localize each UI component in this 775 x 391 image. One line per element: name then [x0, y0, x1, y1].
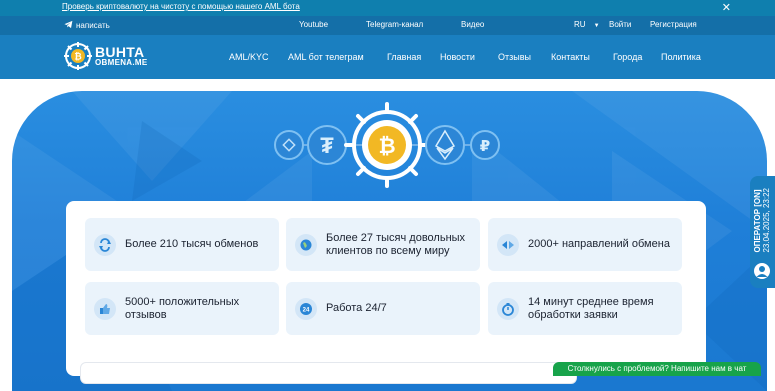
video-link[interactable]: Видео: [461, 20, 484, 29]
logo[interactable]: ₿ BUHTA OBMENA.ME: [64, 42, 147, 70]
nav-aml-bot[interactable]: AML бот телеграм: [288, 52, 364, 62]
aml-check-link[interactable]: Проверь криптовалюту на чистоту с помощь…: [62, 2, 300, 11]
feature-card: 14 минут среднее время обработки заявки: [488, 282, 682, 335]
feature-card: 5000+ положительных отзывов: [85, 282, 279, 335]
logo-title: BUHTA: [95, 44, 145, 60]
logo-subtitle: OBMENA.ME: [95, 58, 148, 67]
thumbs-up-icon: [94, 297, 116, 320]
directions-icon: [497, 233, 519, 256]
top-utility-bar: написать Youtube Telegram-канал Видео RU…: [0, 16, 775, 35]
ethereum-coin-icon: [425, 125, 465, 165]
svg-text:24: 24: [303, 307, 310, 313]
main-navbar: ₿ BUHTA OBMENA.ME AML/KYC AML бот телегр…: [0, 35, 775, 79]
chat-button[interactable]: Столкнулись с проблемой? Напишите нам в …: [553, 362, 761, 376]
clock-24-icon: 24: [295, 297, 317, 320]
nav-aml-kyc[interactable]: AML/KYC: [229, 52, 269, 62]
feature-text: 5000+ положительных отзывов: [125, 295, 240, 321]
write-link[interactable]: написать: [64, 20, 110, 30]
feature-card: 24 Работа 24/7: [286, 282, 480, 335]
nav-contacts[interactable]: Контакты: [551, 52, 590, 62]
svg-text:₽: ₽: [480, 137, 490, 155]
content-panel: [80, 362, 577, 384]
register-link[interactable]: Регистрация: [650, 20, 697, 29]
feature-text: Более 210 тысяч обменов: [125, 238, 259, 250]
nav-cities[interactable]: Города: [613, 52, 642, 62]
feature-text: Более 27 тысяч довольных клиентов по все…: [326, 231, 466, 257]
logo-wheel-icon: ₿: [64, 42, 92, 70]
feature-text: Работа 24/7: [326, 302, 387, 314]
feature-text: 14 минут среднее время обработки заявки: [528, 295, 654, 321]
operator-status-tab[interactable]: ОПЕРАТОР [ON] 23.04.2025, 23:22: [750, 176, 775, 288]
feature-card: Более 210 тысяч обменов: [85, 218, 279, 271]
globe-icon: [295, 233, 317, 256]
tether-coin-icon: ₮: [307, 125, 347, 165]
telegram-icon: [64, 20, 73, 29]
write-label: написать: [76, 21, 110, 30]
nav-policy[interactable]: Политика: [661, 52, 701, 62]
language-value: RU: [574, 20, 586, 29]
svg-text:₮: ₮: [320, 133, 334, 158]
language-selector[interactable]: RU ▼: [574, 20, 600, 29]
nav-reviews[interactable]: Отзывы: [498, 52, 531, 62]
timer-icon: [497, 297, 519, 320]
login-link[interactable]: Войти: [609, 20, 631, 29]
svg-text:₿: ₿: [74, 52, 81, 62]
operator-status-text: ОПЕРАТОР [ON]: [753, 189, 762, 253]
features-panel: Более 210 тысяч обменов Более 27 тысяч д…: [66, 201, 706, 376]
operator-datetime: 23.04.2025, 23:22: [762, 188, 771, 253]
chevron-down-icon: ▼: [593, 23, 600, 29]
feature-text: 2000+ направлений обмена: [528, 238, 670, 250]
avatar: [754, 263, 770, 279]
binance-coin-icon: [274, 130, 304, 160]
exchange-icon: [94, 233, 116, 256]
ruble-coin-icon: ₽: [470, 130, 500, 160]
feature-card: 2000+ направлений обмена: [488, 218, 682, 271]
nav-home[interactable]: Главная: [387, 52, 421, 62]
nav-news[interactable]: Новости: [440, 52, 475, 62]
feature-card: Более 27 тысяч довольных клиентов по все…: [286, 218, 480, 271]
close-icon[interactable]: ✕: [722, 1, 731, 14]
operator-status: ОПЕРАТОР [ON] 23.04.2025, 23:22: [753, 188, 771, 253]
telegram-channel-link[interactable]: Telegram-канал: [366, 20, 423, 29]
svg-text:₿: ₿: [378, 135, 395, 158]
promo-bar: Проверь криптовалюту на чистоту с помощь…: [0, 0, 775, 16]
youtube-link[interactable]: Youtube: [299, 20, 328, 29]
crypto-coins-illustration: ₮ ₿ ₽: [274, 102, 500, 188]
